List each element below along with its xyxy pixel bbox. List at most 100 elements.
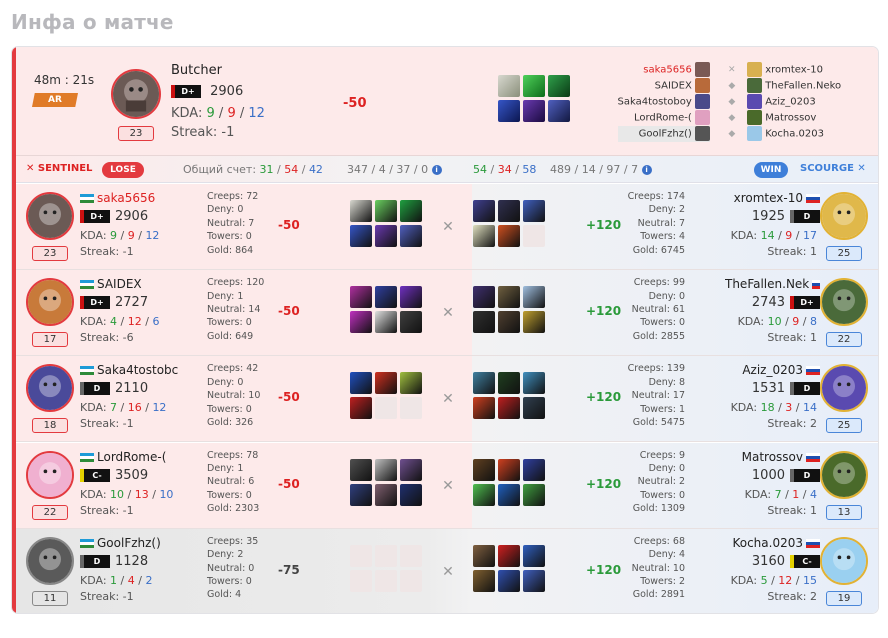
item-icon bbox=[473, 311, 495, 334]
item-icon bbox=[350, 286, 372, 309]
summary-player-name[interactable]: Kocha.0203 bbox=[765, 129, 824, 140]
country-flag-icon bbox=[80, 538, 94, 548]
player-name[interactable]: Matrossov bbox=[742, 450, 820, 464]
kda-label: KDA: bbox=[730, 401, 758, 415]
kda-label: KDA: bbox=[744, 487, 772, 501]
rank-badge: D bbox=[790, 468, 820, 482]
farm-stats: Creeps: 72 Deny: 0 Neutral: 7 Towers: 0 Gold… bbox=[207, 191, 259, 256]
farm-stats: Creeps: 68 Deny: 4 Neutral: 10 Towers: 2 Gol… bbox=[631, 535, 685, 601]
player-name[interactable]: Kocha.0203 bbox=[732, 536, 820, 550]
player-name[interactable]: GoolFzhz() bbox=[80, 536, 180, 550]
kda-label: KDA: bbox=[80, 487, 107, 501]
summary-player-name[interactable]: TheFallen.Neko bbox=[765, 81, 841, 92]
rank-badge: D bbox=[790, 210, 820, 223]
hero-mini-icon bbox=[747, 110, 762, 125]
player-name[interactable]: saka5656 bbox=[80, 191, 180, 205]
rating-delta: -75 bbox=[278, 562, 300, 577]
rating-delta: -50 bbox=[278, 390, 300, 405]
summary-player-name[interactable]: Aziz_0203 bbox=[765, 97, 816, 108]
summary-player-name[interactable]: Matrossov bbox=[765, 113, 816, 124]
item-icon bbox=[498, 286, 520, 309]
item-icon bbox=[498, 483, 520, 506]
team-score-bar: ✕ SENTINEL LOSE Общий счет: 31 / 54 / 42… bbox=[12, 155, 878, 183]
hero-avatar-butcher-icon[interactable] bbox=[111, 69, 161, 119]
summary-player-name[interactable]: LordRome-( bbox=[634, 113, 692, 124]
item-icon bbox=[473, 200, 495, 222]
streak: Streak: 1 bbox=[767, 331, 817, 345]
hero-avatar-icon[interactable] bbox=[26, 192, 74, 240]
hero-avatar-icon[interactable] bbox=[820, 192, 868, 240]
item-icon bbox=[523, 75, 545, 97]
kda-label: KDA: bbox=[80, 315, 107, 329]
country-flag-icon bbox=[806, 366, 820, 376]
info-icon[interactable]: i bbox=[641, 165, 652, 175]
rank-badge: D bbox=[80, 382, 110, 396]
streak: Streak: -1 bbox=[80, 503, 134, 517]
player-rating: D 2110 bbox=[80, 381, 148, 396]
player-name[interactable]: xromtex-10 bbox=[734, 191, 820, 205]
vs-column: ✕ ◆ ◆ ◆ ◆ bbox=[728, 62, 736, 142]
hero-avatar-icon[interactable] bbox=[26, 278, 74, 327]
hero-level-badge: 25 bbox=[826, 418, 862, 434]
empty-item-slot bbox=[375, 544, 397, 567]
summary-player-name[interactable]: GoolFzhz() bbox=[639, 129, 692, 140]
player-name[interactable]: TheFallen.Nek bbox=[725, 277, 820, 291]
hero-avatar-icon[interactable] bbox=[820, 536, 868, 585]
hero-mini-icon bbox=[695, 62, 710, 77]
country-flag-icon bbox=[806, 452, 820, 462]
rank-badge: D+ bbox=[80, 296, 110, 310]
farm-stats: Creeps: 120 Deny: 1 Neutral: 14 Towers: 0 Go… bbox=[207, 277, 265, 342]
streak: Streak: -1 bbox=[171, 125, 235, 140]
item-inventory bbox=[350, 286, 422, 334]
player-name[interactable]: Aziz_0203 bbox=[742, 363, 820, 377]
item-icon bbox=[350, 225, 372, 247]
hero-avatar-icon[interactable] bbox=[820, 278, 868, 327]
game-mode-badge: AR bbox=[32, 93, 78, 107]
crossed-swords-icon: ✕ bbox=[442, 305, 454, 322]
item-icon bbox=[375, 483, 397, 506]
rating-delta: +120 bbox=[586, 476, 622, 491]
hero-avatar-icon[interactable] bbox=[26, 450, 74, 499]
item-inventory bbox=[473, 458, 545, 506]
hero-mini-icon bbox=[695, 78, 710, 93]
sentinel-totals: 347 / 4 / 37 / 0 i bbox=[347, 163, 442, 176]
summary-player-name[interactable]: Saka4tostoboy bbox=[618, 97, 692, 108]
streak: Streak: 1 bbox=[767, 245, 817, 258]
streak: Streak: -1 bbox=[80, 245, 134, 258]
kda-assists: 12 bbox=[248, 106, 265, 121]
streak: Streak: -1 bbox=[80, 589, 134, 603]
country-flag-icon bbox=[80, 366, 94, 376]
loss-indicator-bar bbox=[12, 47, 16, 613]
kda-line: KDA: 5 / 12 / 15 bbox=[730, 573, 817, 587]
item-icon bbox=[498, 544, 520, 567]
item-icon bbox=[523, 397, 545, 420]
item-icon bbox=[473, 286, 495, 309]
item-icon bbox=[523, 458, 545, 481]
item-icon bbox=[548, 100, 570, 122]
hero-avatar-icon[interactable] bbox=[820, 450, 868, 499]
summary-player-name[interactable]: SAIDEX bbox=[655, 81, 692, 92]
player-name[interactable]: LordRome-( bbox=[80, 450, 180, 464]
streak: Streak: -6 bbox=[80, 331, 134, 345]
farm-stats: Creeps: 35 Deny: 2 Neutral: 0 Towers: 0 Gold… bbox=[207, 535, 259, 601]
empty-item-slot bbox=[400, 544, 422, 567]
item-icon bbox=[400, 372, 422, 395]
shield-icon: ◆ bbox=[728, 97, 736, 107]
info-icon[interactable]: i bbox=[431, 165, 442, 175]
item-icon bbox=[498, 458, 520, 481]
item-icon bbox=[473, 458, 495, 481]
item-inventory bbox=[473, 286, 545, 334]
player-name[interactable]: SAIDEX bbox=[80, 277, 180, 291]
player-row: 22 LordRome-( C- 3509 KDA: 10 / 13 / 10 S… bbox=[12, 442, 878, 529]
player-name[interactable]: Saka4tostobc bbox=[80, 363, 180, 377]
summary-player-name[interactable]: xromtex-10 bbox=[765, 65, 823, 76]
hero-avatar-icon[interactable] bbox=[26, 536, 74, 585]
summary-player-name[interactable]: saka5656 bbox=[643, 65, 692, 76]
player-rating: D+ 2906 bbox=[80, 209, 148, 224]
item-icon bbox=[523, 372, 545, 395]
match-card: 48m : 21s AR 23 Butcher D+ 2906 KDA: 9 /… bbox=[11, 46, 879, 614]
streak: Streak: 2 bbox=[767, 417, 817, 431]
item-icon bbox=[498, 311, 520, 334]
item-icon bbox=[350, 200, 372, 222]
item-icon bbox=[498, 75, 520, 97]
